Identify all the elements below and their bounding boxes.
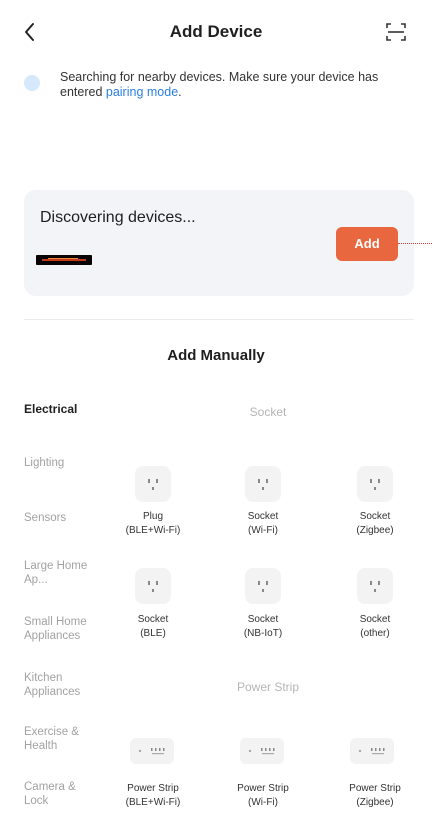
socket-tile[interactable] bbox=[135, 568, 171, 604]
scan-icon bbox=[386, 23, 406, 41]
power-strip-tile[interactable] bbox=[240, 738, 284, 764]
chevron-left-icon bbox=[25, 23, 34, 41]
discover-card: Discovering devices... Add bbox=[24, 190, 432, 296]
power-strip-icon bbox=[138, 748, 165, 755]
item-label: Socket (other) bbox=[359, 614, 391, 639]
socket-icon bbox=[148, 581, 158, 592]
socket-icon bbox=[370, 581, 380, 592]
section-title-socket: Socket bbox=[249, 405, 287, 419]
socket-icon bbox=[258, 581, 268, 592]
discovered-device-thumbnail bbox=[36, 255, 92, 265]
header-bar: Add Device bbox=[0, 0, 432, 64]
power-strip-tile[interactable] bbox=[130, 738, 174, 764]
bluetooth-search-icon bbox=[24, 75, 40, 91]
item-label: Socket (Zigbee) bbox=[356, 511, 394, 536]
item-label: Socket (BLE) bbox=[137, 614, 169, 639]
category-lighting[interactable]: Lighting bbox=[24, 456, 104, 470]
annotation-dotted-line bbox=[398, 243, 432, 244]
category-small-home-appliances[interactable]: Small Home Appliances bbox=[24, 615, 94, 643]
socket-tile[interactable] bbox=[135, 466, 171, 502]
socket-icon bbox=[258, 479, 268, 490]
item-label: Socket (NB-IoT) bbox=[243, 614, 283, 639]
item-label: Power Strip (Wi-Fi) bbox=[237, 783, 289, 808]
discover-title: Discovering devices... bbox=[40, 209, 196, 226]
power-strip-icon bbox=[248, 748, 275, 755]
power-strip-tile[interactable] bbox=[350, 738, 394, 764]
add-device-button[interactable]: Add bbox=[336, 227, 398, 261]
item-label: Socket (Wi-Fi) bbox=[247, 511, 279, 536]
add-manually-title: Add Manually bbox=[167, 347, 265, 364]
item-label: Power Strip (BLE+Wi-Fi) bbox=[125, 783, 181, 808]
item-label: Plug (BLE+Wi-Fi) bbox=[125, 511, 181, 536]
category-sensors[interactable]: Sensors bbox=[24, 511, 104, 525]
socket-icon bbox=[370, 479, 380, 490]
scan-button[interactable] bbox=[384, 20, 408, 44]
socket-tile[interactable] bbox=[357, 568, 393, 604]
category-electrical[interactable]: Electrical bbox=[24, 402, 104, 416]
power-strip-icon bbox=[358, 748, 385, 755]
back-button[interactable] bbox=[18, 20, 42, 44]
socket-tile[interactable] bbox=[245, 466, 281, 502]
socket-tile[interactable] bbox=[357, 466, 393, 502]
section-title-power-strip: Power Strip bbox=[236, 680, 300, 694]
category-camera-lock[interactable]: Camera & Lock bbox=[24, 780, 94, 808]
divider bbox=[24, 319, 414, 320]
category-large-home-appliances[interactable]: Large Home Ap... bbox=[24, 559, 94, 587]
page-title: Add Device bbox=[169, 22, 263, 41]
category-exercise-health[interactable]: Exercise & Health bbox=[24, 725, 94, 753]
socket-icon bbox=[148, 479, 158, 490]
item-label: Power Strip (Zigbee) bbox=[349, 783, 401, 808]
socket-tile[interactable] bbox=[245, 568, 281, 604]
notice-text: Searching for nearby devices. Make sure … bbox=[60, 70, 379, 99]
pairing-mode-link[interactable]: pairing mode bbox=[106, 85, 178, 99]
search-notice: Searching for nearby devices. Make sure … bbox=[20, 66, 420, 106]
category-kitchen-appliances[interactable]: Kitchen Appliances bbox=[24, 671, 94, 699]
